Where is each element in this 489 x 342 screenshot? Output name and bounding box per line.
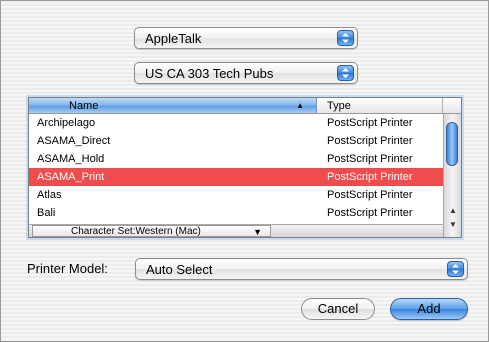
scroll-thumb[interactable]	[446, 122, 458, 166]
popup-stepper-icon	[337, 30, 354, 46]
printer-type: PostScript Printer	[327, 171, 413, 183]
printer-type: PostScript Printer	[327, 117, 413, 129]
printer-name: ASAMA_Hold	[37, 153, 105, 165]
printer-model-value: Auto Select	[146, 262, 213, 277]
character-set-value: Character Set:Western (Mac)	[71, 226, 201, 237]
dropdown-triangle-icon: ▼	[253, 227, 262, 237]
printer-row[interactable]: Archipelago PostScript Printer	[29, 114, 443, 132]
printer-type: PostScript Printer	[327, 153, 413, 165]
printer-rows: Archipelago PostScript Printer ASAMA_Dir…	[29, 114, 443, 224]
popup-stepper-icon	[337, 65, 354, 81]
column-header-type-label: Type	[327, 100, 351, 112]
popup-stepper-icon	[447, 261, 464, 277]
connection-type-value: AppleTalk	[145, 31, 202, 46]
scroll-up-arrow-icon[interactable]: ▲	[447, 206, 459, 215]
printer-name: Bali	[37, 207, 56, 219]
printer-model-popup[interactable]: Auto Select	[135, 258, 468, 280]
list-header: Name ▲ Type	[29, 98, 461, 114]
printer-row[interactable]: ASAMA_Direct PostScript Printer	[29, 132, 443, 150]
zone-value: US CA 303 Tech Pubs	[145, 66, 274, 81]
add-button[interactable]: Add	[390, 298, 468, 320]
printer-name: ASAMA_Print	[37, 171, 105, 183]
zone-popup[interactable]: US CA 303 Tech Pubs	[134, 62, 358, 84]
scroll-down-arrow-icon[interactable]: ▼	[447, 220, 459, 229]
column-header-type[interactable]: Type	[317, 98, 443, 113]
column-header-name-label: Name	[69, 100, 99, 112]
list-footer: Character Set:Western (Mac) ▼	[29, 224, 443, 237]
cancel-button[interactable]: Cancel	[301, 298, 375, 320]
header-corner	[443, 98, 461, 113]
sort-ascending-icon: ▲	[296, 101, 304, 110]
printer-row-selected[interactable]: ASAMA_Print PostScript Printer	[29, 168, 443, 186]
printer-type: PostScript Printer	[327, 135, 413, 147]
printer-row[interactable]: Bali PostScript Printer	[29, 204, 443, 222]
printer-name: Atlas	[37, 189, 62, 201]
printer-name: Archipelago	[37, 117, 96, 129]
printer-row[interactable]: ASAMA_Hold PostScript Printer	[29, 150, 443, 168]
printer-type: PostScript Printer	[327, 189, 413, 201]
vertical-scrollbar[interactable]: ▲ ▼	[443, 114, 461, 237]
printer-type: PostScript Printer	[327, 207, 413, 219]
column-header-name[interactable]: Name ▲	[29, 98, 317, 113]
printer-name: ASAMA_Direct	[37, 135, 111, 147]
connection-type-popup[interactable]: AppleTalk	[134, 27, 358, 49]
printer-row[interactable]: Atlas PostScript Printer	[29, 186, 443, 204]
character-set-popup[interactable]: Character Set:Western (Mac) ▼	[32, 225, 271, 237]
printer-model-label: Printer Model:	[27, 261, 108, 276]
printer-list[interactable]: Name ▲ Type Archipelago PostScript Print…	[28, 97, 462, 238]
